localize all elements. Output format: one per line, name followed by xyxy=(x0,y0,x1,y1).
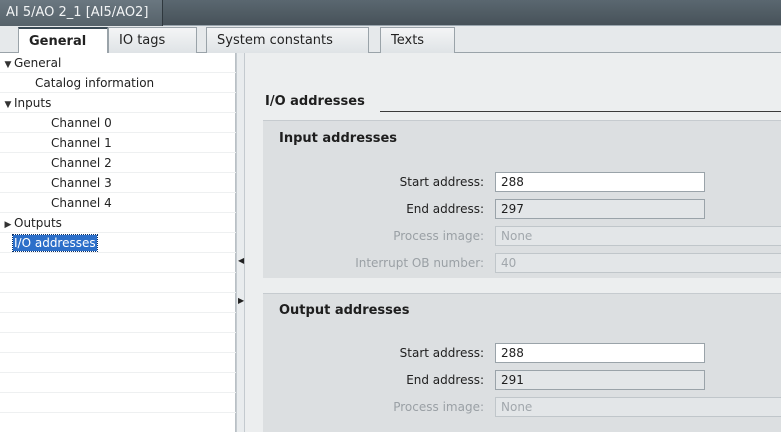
section-divider xyxy=(380,111,781,112)
process-image-label: Process image: xyxy=(393,229,484,243)
tab-bar: General IO tags System constants Texts xyxy=(0,26,781,54)
input-addresses-group: Input addresses Start address: 288 End a… xyxy=(263,120,781,278)
input-start-address-field[interactable]: 288 xyxy=(495,172,705,192)
process-image-label: Process image: xyxy=(393,400,484,414)
tree-node-channel-0[interactable]: Channel 0 xyxy=(0,113,236,133)
tab-system-constants[interactable]: System constants xyxy=(206,27,369,53)
output-end-address-field: 291 xyxy=(495,370,705,390)
collapse-left-arrow-icon[interactable]: ◀ xyxy=(238,256,244,266)
tree-node-label: General xyxy=(14,56,62,70)
group-title: Input addresses xyxy=(279,131,398,146)
tree-node-label: Inputs xyxy=(14,96,52,110)
tree-node-channel-2[interactable]: Channel 2 xyxy=(0,153,236,173)
tree-node-label: Catalog information xyxy=(35,76,155,90)
tab-general[interactable]: General xyxy=(18,27,108,54)
properties-content: I/O addresses Input addresses Start addr… xyxy=(245,53,781,432)
tree-empty-row xyxy=(0,273,236,293)
tree-node-channel-4[interactable]: Channel 4 xyxy=(0,193,236,213)
group-title: Output addresses xyxy=(279,303,410,318)
tree-node-outputs[interactable]: ▶ Outputs xyxy=(0,213,236,233)
window-title: AI 5/AO 2_1 [AI5/AO2] xyxy=(0,0,164,26)
output-start-address-field[interactable]: 288 xyxy=(495,343,705,363)
input-end-address-field: 297 xyxy=(495,199,705,219)
tree-node-io-addresses[interactable]: I/O addresses xyxy=(0,233,236,253)
collapsed-caret-icon[interactable]: ▶ xyxy=(2,215,14,235)
tree-node-label: Channel 2 xyxy=(51,156,112,170)
expand-right-arrow-icon[interactable]: ▶ xyxy=(238,296,244,306)
tree-node-label: Channel 4 xyxy=(51,196,112,210)
tree-node-catalog-information[interactable]: Catalog information xyxy=(0,73,236,93)
start-address-label: Start address: xyxy=(399,346,484,360)
output-addresses-group: Output addresses Start address: 288 End … xyxy=(263,293,781,432)
navigation-tree: ▼ General Catalog information ▼ Inputs Cha… xyxy=(0,53,236,432)
tree-node-label: Channel 1 xyxy=(51,136,112,150)
tree-node-label: Channel 3 xyxy=(51,176,112,190)
tree-empty-row xyxy=(0,393,236,413)
tree-node-general[interactable]: ▼ General xyxy=(0,53,236,73)
tree-node-inputs[interactable]: ▼ Inputs xyxy=(0,93,236,113)
end-address-label: End address: xyxy=(406,373,484,387)
panel-splitter[interactable]: ◀ ▶ xyxy=(236,53,245,432)
tree-node-label: Channel 0 xyxy=(51,116,112,130)
expanded-caret-icon[interactable]: ▼ xyxy=(2,95,14,115)
section-title: I/O addresses xyxy=(265,94,365,109)
end-address-label: End address: xyxy=(406,202,484,216)
tree-node-channel-3[interactable]: Channel 3 xyxy=(0,173,236,193)
expanded-caret-icon[interactable]: ▼ xyxy=(2,55,14,75)
tree-empty-row xyxy=(0,373,236,393)
tree-empty-row xyxy=(0,253,236,273)
interrupt-ob-number-label: Interrupt OB number: xyxy=(355,256,484,270)
tree-node-channel-1[interactable]: Channel 1 xyxy=(0,133,236,153)
tree-empty-row xyxy=(0,313,236,333)
tab-io-tags[interactable]: IO tags xyxy=(108,27,197,53)
start-address-label: Start address: xyxy=(399,175,484,189)
output-process-image-select: None xyxy=(495,397,781,417)
window-title-bar: AI 5/AO 2_1 [AI5/AO2] xyxy=(0,0,781,26)
tab-texts[interactable]: Texts xyxy=(380,27,455,53)
tree-empty-row xyxy=(0,353,236,373)
input-process-image-select: None xyxy=(495,226,781,246)
tree-empty-row xyxy=(0,293,236,313)
tree-node-label: Outputs xyxy=(14,216,62,230)
interrupt-ob-number-field: 40 xyxy=(495,253,781,273)
tree-node-label: I/O addresses xyxy=(12,234,98,252)
tree-empty-row xyxy=(0,333,236,353)
